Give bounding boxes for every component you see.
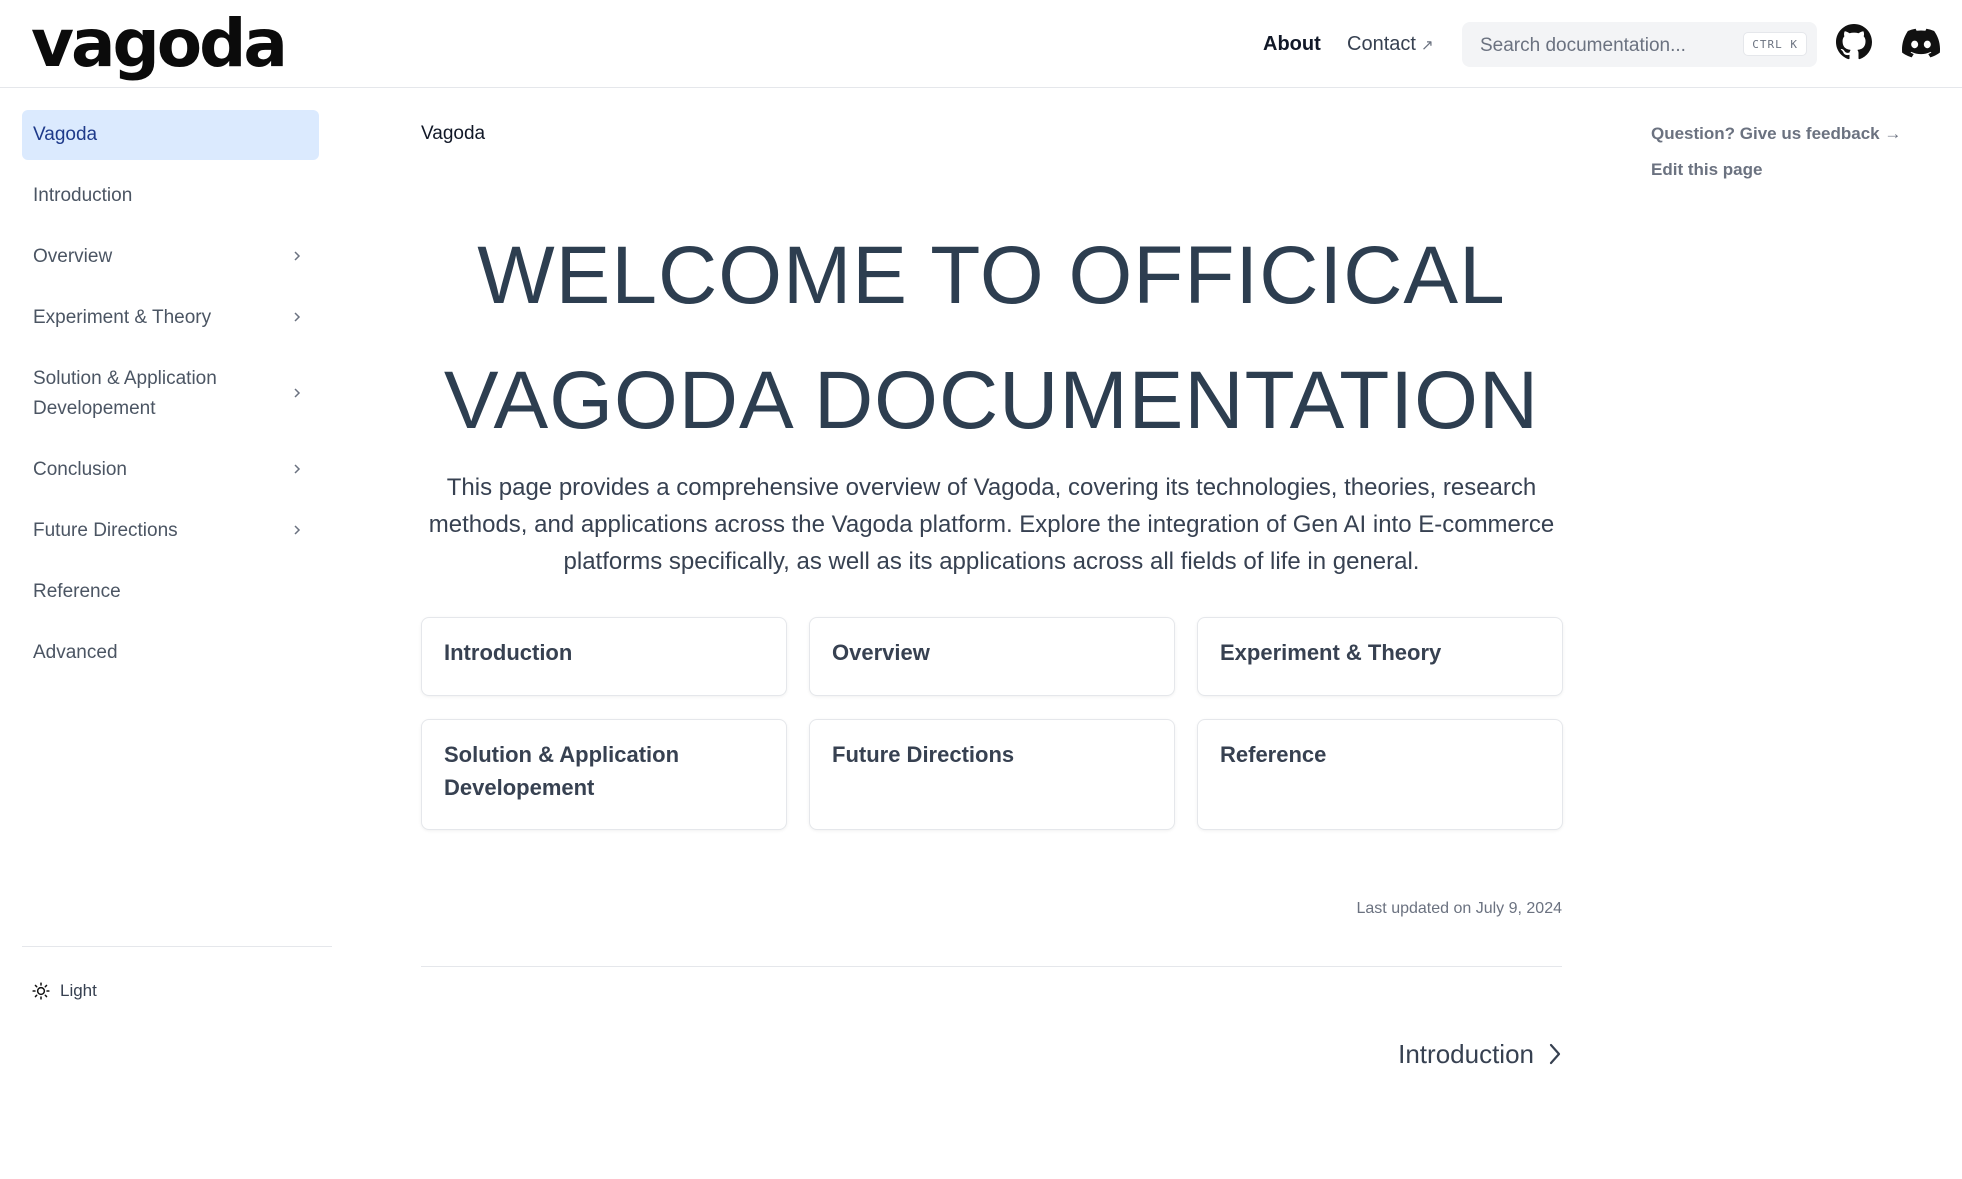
sidebar-item-reference[interactable]: Reference: [22, 567, 319, 617]
card-label: Overview: [832, 640, 930, 665]
sidebar-item-experiment-theory[interactable]: Experiment & Theory: [22, 293, 319, 343]
theme-toggle-label: Light: [60, 981, 97, 1000]
github-icon[interactable]: [1836, 24, 1876, 64]
next-page-link[interactable]: Introduction: [1300, 1036, 1562, 1072]
chevron-right-icon: [294, 525, 301, 535]
sidebar-footer: Light: [22, 946, 332, 1000]
divider: [421, 966, 1562, 967]
chevron-right-icon: [294, 388, 301, 398]
sidebar-item-advanced[interactable]: Advanced: [22, 628, 319, 678]
discord-icon[interactable]: [1902, 24, 1942, 64]
top-navbar: vagoda About Contact↗ CTRL K: [0, 0, 1962, 88]
sidebar-item-vagoda[interactable]: Vagoda: [22, 110, 319, 160]
search-box[interactable]: CTRL K: [1462, 22, 1817, 69]
sidebar-item-solution-application[interactable]: Solution & Application Developement: [22, 354, 319, 434]
logo[interactable]: vagoda: [31, 4, 288, 84]
nav-contact-label: Contact: [1347, 33, 1416, 55]
edit-page-link[interactable]: Edit this page: [1651, 158, 1762, 182]
breadcrumb: Vagoda: [421, 123, 486, 144]
external-link-icon: ↗: [1420, 37, 1434, 54]
sidebar-item-label: Introduction: [33, 185, 133, 206]
chevron-right-icon: [294, 312, 301, 322]
card-overview[interactable]: Overview: [809, 617, 1175, 696]
sidebar-item-label: Vagoda: [33, 124, 98, 145]
card-label: Solution & Application Developement: [444, 742, 680, 800]
search-shortcut-badge: CTRL K: [1743, 32, 1807, 56]
sun-icon: [32, 982, 50, 1000]
sidebar-item-label: Overview: [33, 246, 113, 267]
sidebar: Vagoda Introduction Overview Experiment …: [22, 110, 319, 689]
sidebar-item-overview[interactable]: Overview: [22, 232, 319, 282]
card-label: Future Directions: [832, 742, 1015, 767]
sidebar-item-introduction[interactable]: Introduction: [22, 171, 319, 221]
card-label: Introduction: [444, 640, 573, 665]
feedback-link[interactable]: Question? Give us feedback →: [1651, 122, 1901, 146]
sidebar-item-label: Experiment & Theory: [33, 307, 212, 328]
page-description: This page provides a comprehensive overv…: [428, 474, 1555, 575]
sidebar-item-label: Advanced: [33, 642, 118, 663]
chevron-right-icon: [1549, 1043, 1561, 1065]
next-page-label: Introduction: [1398, 1039, 1534, 1069]
nav-contact-link[interactable]: Contact ↗: [1347, 30, 1434, 60]
sidebar-item-label: Reference: [33, 581, 121, 602]
card-solution-application[interactable]: Solution & Application Developement: [421, 719, 787, 830]
sidebar-item-label: Solution & Application Developement: [33, 368, 217, 419]
theme-toggle-button[interactable]: Light: [32, 977, 97, 1005]
page-title: WELCOME TO OFFICICAL VAGODA DOCUMENTATIO…: [443, 230, 1540, 446]
card-introduction[interactable]: Introduction: [421, 617, 787, 696]
sidebar-item-label: Future Directions: [33, 520, 178, 541]
sidebar-item-conclusion[interactable]: Conclusion: [22, 445, 319, 495]
sidebar-item-future-directions[interactable]: Future Directions: [22, 506, 319, 556]
card-label: Experiment & Theory: [1220, 640, 1442, 665]
last-updated-text: Last updated on July 9, 2024: [1356, 900, 1563, 917]
card-future-directions[interactable]: Future Directions: [809, 719, 1175, 830]
card-experiment-theory[interactable]: Experiment & Theory: [1197, 617, 1563, 696]
nav-about-link[interactable]: About: [1263, 30, 1321, 58]
card-reference[interactable]: Reference: [1197, 719, 1563, 830]
chevron-right-icon: [294, 251, 301, 261]
chevron-right-icon: [294, 464, 301, 474]
sidebar-item-label: Conclusion: [33, 459, 127, 480]
search-input[interactable]: [1478, 22, 1732, 69]
card-label: Reference: [1220, 742, 1327, 767]
